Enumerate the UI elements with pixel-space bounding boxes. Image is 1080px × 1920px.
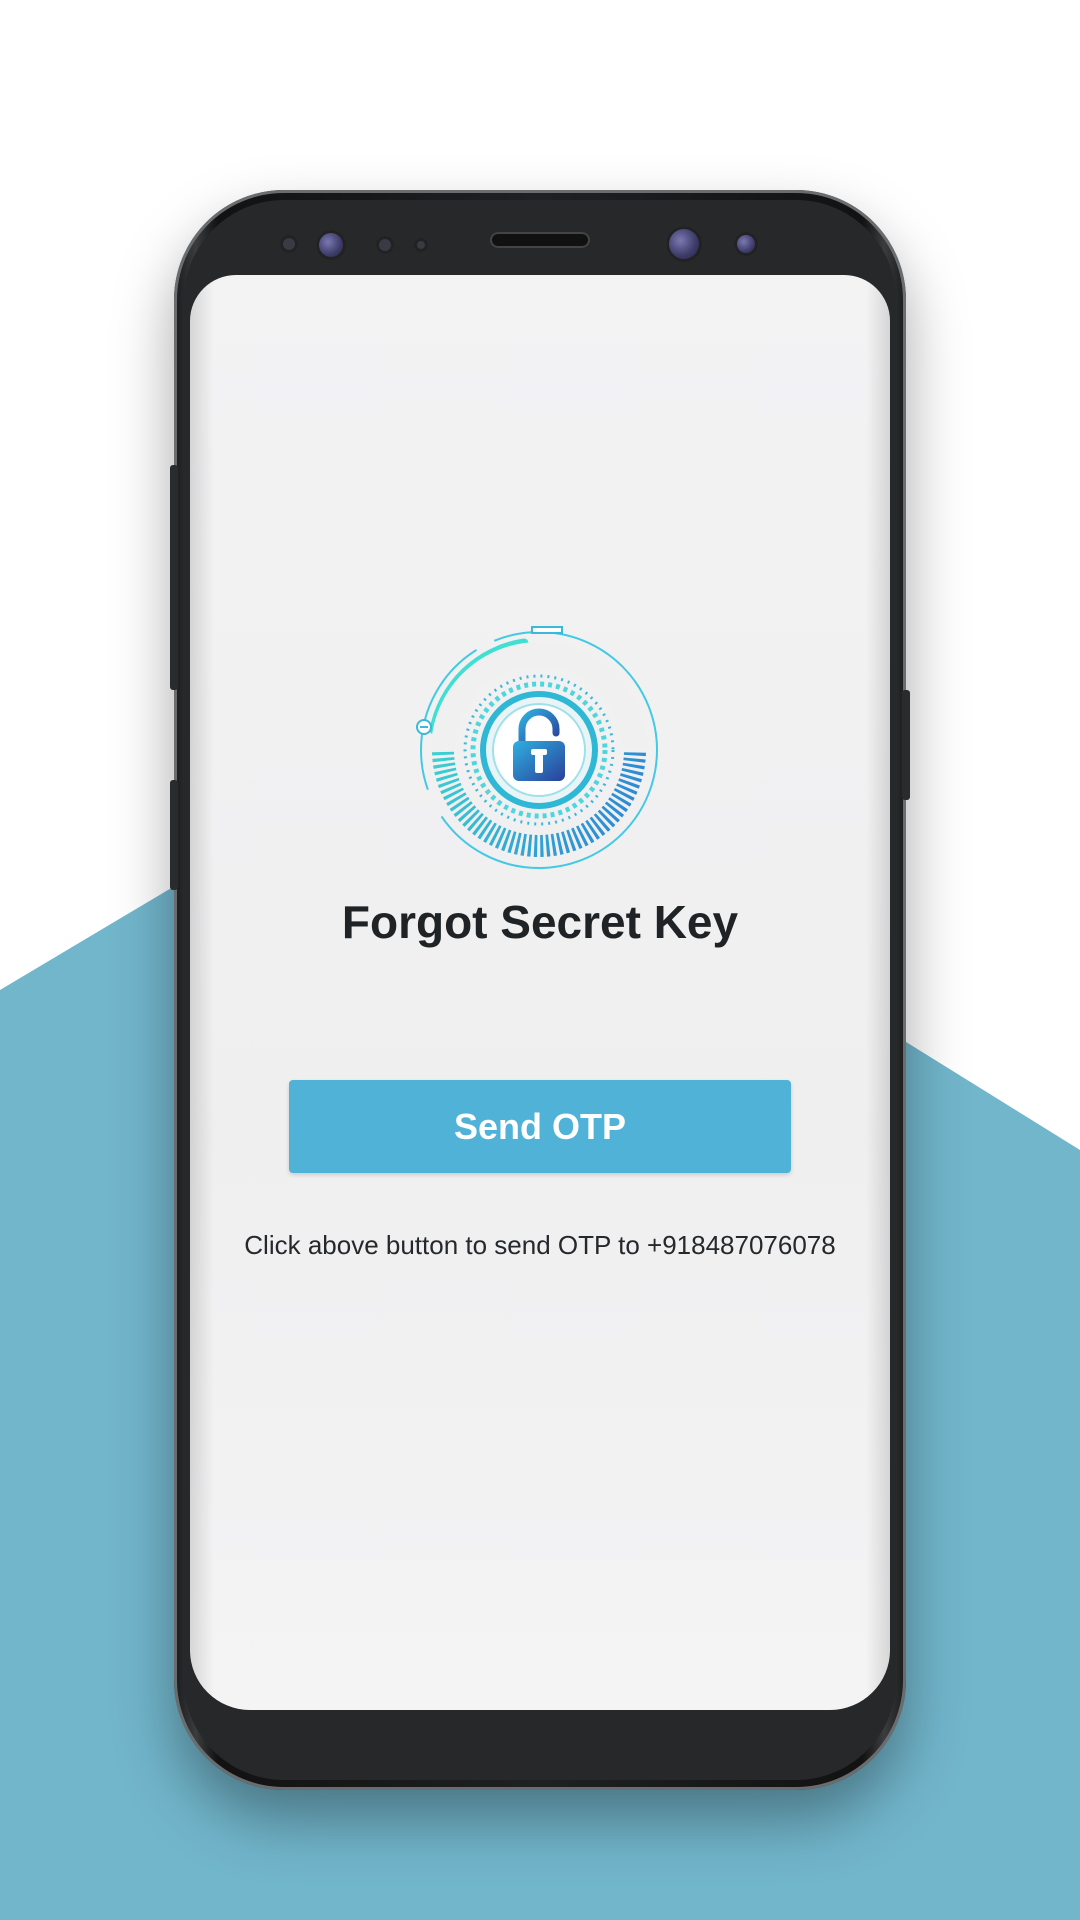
earpiece-speaker (490, 232, 590, 248)
phone-side-button-right (902, 690, 910, 800)
send-otp-button[interactable]: Send OTP (289, 1080, 791, 1173)
front-sensor-3 (414, 238, 428, 252)
screen-edge-left (190, 275, 214, 1710)
front-camera-icon (316, 230, 346, 260)
iris-scanner-icon (666, 226, 702, 262)
screen-edge-right (866, 275, 890, 1710)
front-sensor-2 (376, 236, 394, 254)
otp-hint-text: Click above button to send OTP to +91848… (244, 1230, 836, 1260)
front-sensor-1 (280, 235, 298, 253)
front-sensor-4 (734, 232, 758, 256)
unlocked-padlock-dial-icon (416, 626, 658, 869)
phone-side-button-left-1 (170, 465, 178, 690)
page-title: Forgot Secret Key (341, 896, 739, 948)
app-screen: Forgot Secret Key Send OTP Click above b… (190, 275, 890, 1710)
phone-side-button-left-2 (170, 780, 178, 890)
